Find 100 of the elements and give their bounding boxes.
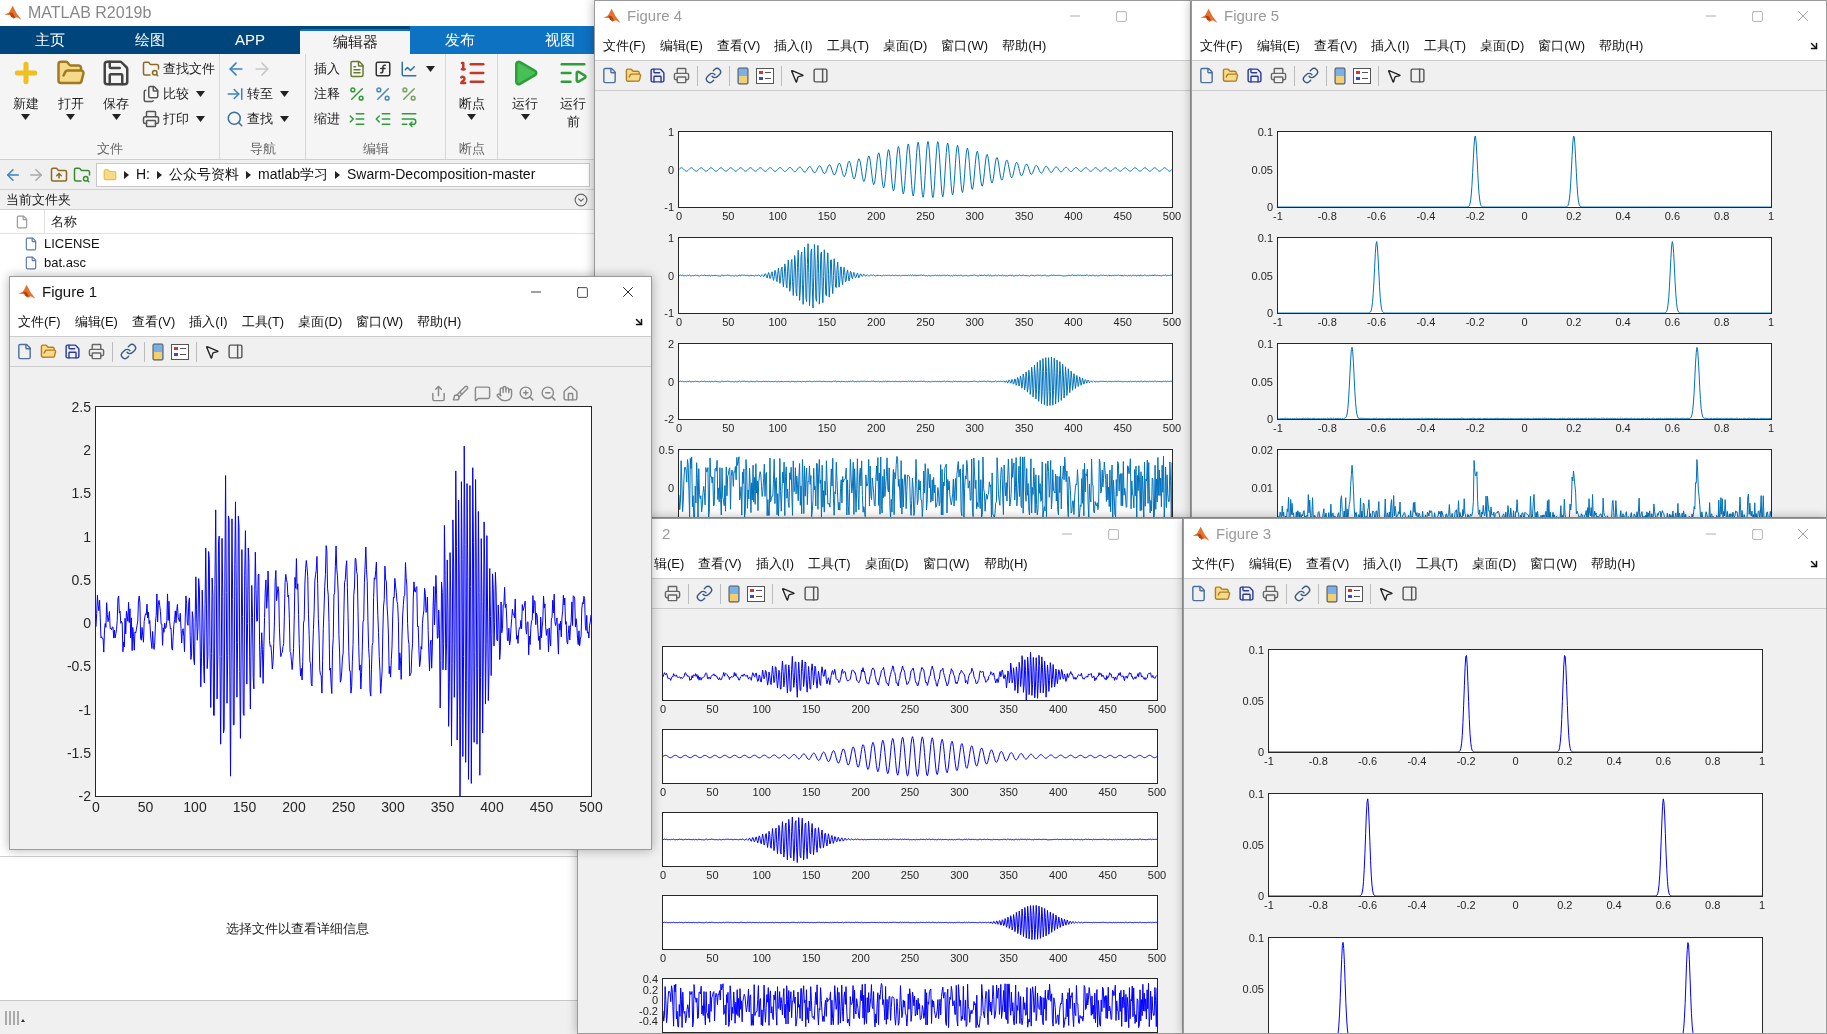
- hand-icon[interactable]: [496, 385, 513, 402]
- folder-icon[interactable]: [625, 67, 642, 84]
- menu-item[interactable]: 插入(I): [189, 311, 228, 332]
- menu-item[interactable]: 工具(T): [826, 35, 870, 56]
- panel-icon[interactable]: [1409, 67, 1426, 84]
- link-icon[interactable]: [705, 67, 722, 84]
- link-icon[interactable]: [1302, 67, 1319, 84]
- menu-item[interactable]: 文件(F): [603, 35, 646, 56]
- column-header[interactable]: 名称: [45, 211, 77, 232]
- folder-up-icon[interactable]: [50, 165, 68, 184]
- link-icon[interactable]: [1294, 585, 1311, 602]
- ribbon-tab[interactable]: 视图: [510, 26, 594, 54]
- menu-item[interactable]: 桌面(D): [1480, 35, 1525, 56]
- menu-item[interactable]: 编辑(E): [659, 35, 703, 56]
- percent-icon[interactable]: [348, 85, 366, 103]
- printer-icon[interactable]: [142, 110, 160, 128]
- menu-item[interactable]: 桌面(D): [864, 553, 909, 574]
- panel-icon[interactable]: [227, 343, 244, 360]
- function-icon[interactable]: [374, 60, 392, 78]
- colorbar-icon[interactable]: [152, 342, 164, 361]
- menu-item[interactable]: 桌面(D): [298, 311, 343, 332]
- menu-item[interactable]: 文件(F): [18, 311, 61, 332]
- menu-item[interactable]: 编辑(E): [1248, 553, 1292, 574]
- menu-item[interactable]: 工具(T): [1415, 553, 1459, 574]
- menu-item[interactable]: 编辑(E): [74, 311, 118, 332]
- menu-item[interactable]: 查看(V): [1305, 553, 1350, 574]
- files-icon[interactable]: [142, 85, 160, 103]
- path-segment[interactable]: Swarm-Decomposition-master: [347, 164, 536, 185]
- chart-icon[interactable]: [400, 60, 418, 78]
- file-name[interactable]: bat.asc: [44, 252, 86, 273]
- link-icon[interactable]: [696, 585, 713, 602]
- menu-item[interactable]: 桌面(D): [1472, 553, 1517, 574]
- ribbon-button[interactable]: 运行 前: [550, 58, 594, 139]
- menu-item[interactable]: 窗口(W): [1530, 553, 1578, 574]
- ribbon-button[interactable]: 查找文件: [142, 58, 215, 80]
- ribbon-button[interactable]: 运行: [502, 58, 548, 139]
- export-icon[interactable]: [430, 385, 447, 402]
- menu-item[interactable]: 查看(V): [1313, 35, 1358, 56]
- menu-item[interactable]: 插入(I): [755, 553, 794, 574]
- folder-search-icon[interactable]: [142, 60, 160, 78]
- ribbon-button[interactable]: 转至: [226, 83, 289, 105]
- menu-item[interactable]: 帮助(H): [417, 311, 462, 332]
- menu-item[interactable]: 窗口(W): [356, 311, 404, 332]
- percent-icon[interactable]: [374, 85, 392, 103]
- ribbon-tab[interactable]: 编辑器: [300, 29, 410, 54]
- colorbar-icon[interactable]: [1326, 584, 1338, 603]
- legend-icon[interactable]: [747, 585, 765, 602]
- caret-icon[interactable]: [426, 66, 435, 72]
- indent-icon[interactable]: [348, 110, 366, 128]
- folder-icon[interactable]: [40, 343, 57, 360]
- menu-item[interactable]: 窗口(W): [941, 35, 989, 56]
- pointer-icon[interactable]: [1386, 67, 1402, 84]
- menu-item[interactable]: 查看(V): [716, 35, 761, 56]
- printer-icon[interactable]: [1270, 67, 1287, 84]
- menu-item[interactable]: 文件(F): [1192, 553, 1235, 574]
- save-icon[interactable]: [64, 343, 81, 360]
- menu-item[interactable]: 窗口(W): [922, 553, 970, 574]
- menu-item[interactable]: 工具(T): [807, 553, 851, 574]
- menu-item[interactable]: 帮助(H): [1002, 35, 1047, 56]
- menu-item[interactable]: 帮助(H): [1591, 553, 1636, 574]
- printer-icon[interactable]: [673, 67, 690, 84]
- menu-item[interactable]: 查看(V): [698, 553, 742, 574]
- menu-item[interactable]: 文件(F): [1200, 35, 1243, 56]
- menu-item[interactable]: 插入(I): [1371, 35, 1410, 56]
- wrap-text-icon[interactable]: [400, 110, 418, 128]
- menu-item[interactable]: 工具(T): [241, 311, 285, 332]
- ribbon-button[interactable]: 断点: [450, 58, 493, 139]
- new-file-icon[interactable]: [1198, 67, 1215, 84]
- panel-icon[interactable]: [1401, 585, 1418, 602]
- printer-icon[interactable]: [1262, 585, 1279, 602]
- new-file-icon[interactable]: [1190, 585, 1207, 602]
- legend-icon[interactable]: [1345, 585, 1363, 602]
- link-icon[interactable]: [120, 343, 137, 360]
- menu-item[interactable]: 工具(T): [1423, 35, 1467, 56]
- panel-icon[interactable]: [803, 585, 820, 602]
- legend-icon[interactable]: [756, 67, 774, 84]
- menu-item[interactable]: 编辑(E): [1256, 35, 1300, 56]
- menu-item[interactable]: 帮助(H): [983, 553, 1028, 574]
- new-file-icon[interactable]: [601, 67, 618, 84]
- ribbon-button[interactable]: 查找: [226, 108, 289, 130]
- pointer-icon[interactable]: [789, 67, 805, 84]
- ribbon-tab[interactable]: 发布: [410, 26, 510, 54]
- path-segment[interactable]: matlab学习: [258, 164, 329, 185]
- colorbar-icon[interactable]: [737, 66, 749, 85]
- ribbon-button[interactable]: 打印: [142, 108, 215, 130]
- collapse-icon[interactable]: [574, 192, 588, 207]
- menu-item[interactable]: 查看(V): [131, 311, 176, 332]
- brush-icon[interactable]: [452, 385, 469, 402]
- path-segment[interactable]: H:: [136, 164, 150, 185]
- address-field[interactable]: H: 公众号资料 matlab学习 Swarm-Decomposition-master: [96, 162, 590, 187]
- colorbar-icon[interactable]: [728, 584, 740, 603]
- printer-icon[interactable]: [88, 343, 105, 360]
- menu-item[interactable]: 桌面(D): [883, 35, 928, 56]
- panel-icon[interactable]: [812, 67, 829, 84]
- pointer-icon[interactable]: [204, 343, 220, 360]
- path-segment[interactable]: 公众号资料: [169, 164, 239, 185]
- zoom-out-icon[interactable]: [540, 385, 557, 402]
- pointer-icon[interactable]: [1378, 585, 1394, 602]
- colorbar-icon[interactable]: [1334, 66, 1346, 85]
- document-icon[interactable]: [348, 60, 366, 78]
